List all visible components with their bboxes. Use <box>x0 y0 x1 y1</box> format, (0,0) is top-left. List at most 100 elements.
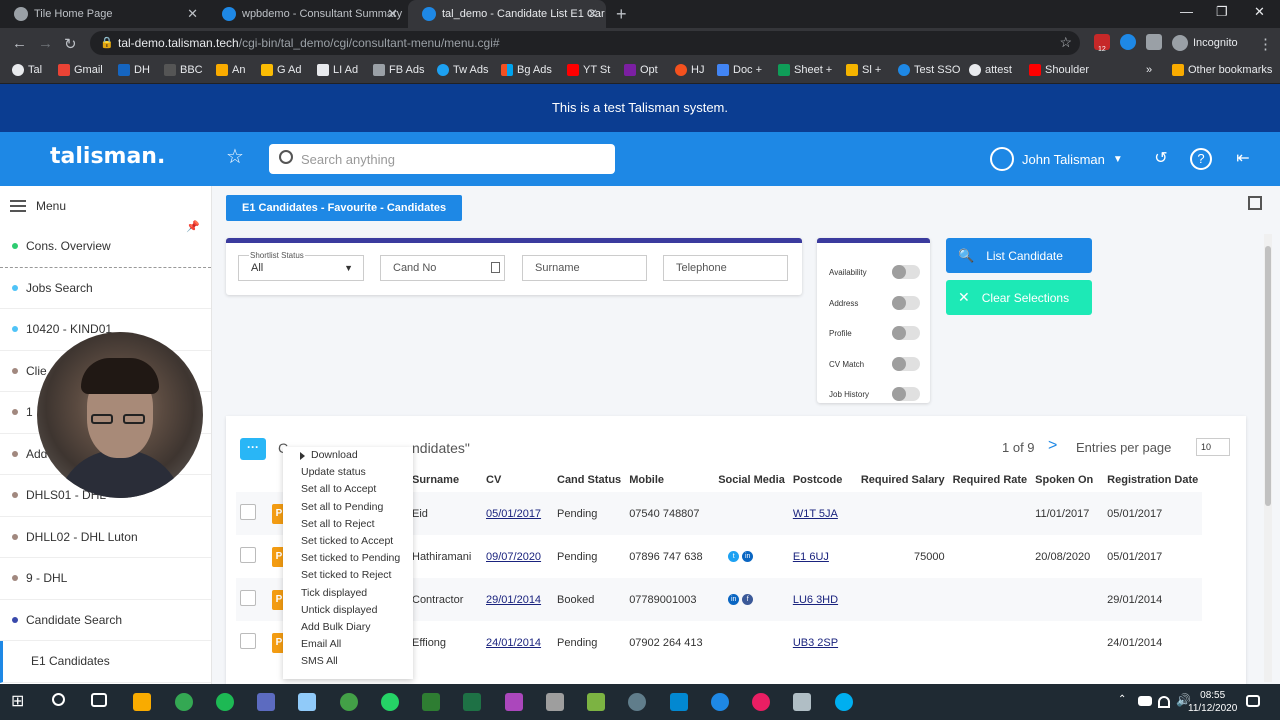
menu-item-set-all-accept[interactable]: Set all to Accept <box>283 481 413 498</box>
excel-icon[interactable] <box>463 693 481 711</box>
toggle-switch[interactable] <box>892 387 920 401</box>
hamburger-icon[interactable] <box>10 200 26 212</box>
cv-link[interactable]: 09/07/2020 <box>486 551 541 563</box>
back-icon[interactable]: ← <box>12 35 27 52</box>
menu-item-untick-displayed[interactable]: Untick displayed <box>283 602 413 619</box>
sidebar-item-dhl[interactable]: 9 - DHL <box>0 558 211 600</box>
column-header[interactable]: Mobile <box>625 468 714 492</box>
cv-match-toggle[interactable]: CV Match <box>829 357 924 371</box>
app-icon[interactable] <box>628 693 646 711</box>
clear-selections-button[interactable]: ✕ Clear Selections <box>946 280 1092 315</box>
bookmark-item[interactable]: Sl + <box>846 64 881 76</box>
bookmark-item[interactable]: Bg Ads <box>501 64 552 76</box>
postcode-link[interactable]: W1T 5JA <box>793 508 838 520</box>
twitter-icon[interactable]: t <box>728 550 740 562</box>
help-icon[interactable]: ? <box>1190 148 1212 170</box>
search-input[interactable] <box>301 149 601 169</box>
app-icon[interactable] <box>546 693 564 711</box>
chrome-icon[interactable] <box>175 693 193 711</box>
bookmark-item[interactable]: DH <box>118 64 150 76</box>
logout-icon[interactable]: ⇤ <box>1230 146 1256 172</box>
browser-tab-2[interactable]: wpbdemo - Consultant Summary ✕ <box>208 0 406 28</box>
wifi-icon[interactable] <box>1158 696 1170 708</box>
bookmark-item[interactable]: Doc + <box>717 64 762 76</box>
app-icon[interactable] <box>505 693 523 711</box>
bookmark-item[interactable]: Tw Ads <box>437 64 488 76</box>
cv-link[interactable]: 29/01/2014 <box>486 594 541 606</box>
menu-item-update-status[interactable]: Update status <box>283 464 413 481</box>
column-header[interactable]: Cand Status <box>553 468 625 492</box>
menu-item-set-ticked-reject[interactable]: Set ticked to Reject <box>283 567 413 584</box>
row-checkbox[interactable] <box>240 504 256 520</box>
notifications-icon[interactable] <box>1246 695 1260 707</box>
global-search[interactable] <box>269 144 615 174</box>
menu-item-add-bulk-diary[interactable]: Add Bulk Diary <box>283 619 413 636</box>
windows-start-icon[interactable]: ⊞ <box>11 693 29 711</box>
file-explorer-icon[interactable] <box>133 693 151 711</box>
sidebar-item-e1-candidates[interactable]: E1 Candidates <box>0 641 211 683</box>
bookmark-item[interactable]: G Ad <box>261 64 301 76</box>
bookmark-item[interactable]: YT St <box>567 64 610 76</box>
new-tab-icon[interactable]: + <box>616 4 627 25</box>
more-options-button[interactable]: ··· <box>240 438 266 460</box>
row-checkbox[interactable] <box>240 590 256 606</box>
column-header[interactable]: Required Salary <box>857 468 949 492</box>
toggle-switch[interactable] <box>892 326 920 340</box>
bookmark-item[interactable]: Tal <box>12 64 42 76</box>
talisman-extension-icon[interactable] <box>1120 34 1136 50</box>
user-menu[interactable]: John Talisman ▼ <box>990 147 1123 171</box>
sidebar-item-dhll02[interactable]: DHLL02 - DHL Luton <box>0 517 211 558</box>
bookmark-item[interactable]: Shoulder <box>1029 64 1089 76</box>
cv-link[interactable]: 05/01/2017 <box>486 508 541 520</box>
battery-icon[interactable] <box>1138 696 1152 706</box>
postcode-link[interactable]: LU6 3HD <box>793 594 838 606</box>
bookmark-item[interactable]: HJ <box>675 64 704 76</box>
postcode-link[interactable]: UB3 2SP <box>793 637 838 649</box>
list-candidate-button[interactable]: 🔍 List Candidate <box>946 238 1092 273</box>
cv-link[interactable]: 24/01/2014 <box>486 637 541 649</box>
app-icon[interactable] <box>793 693 811 711</box>
close-tab-icon[interactable]: ✕ <box>587 6 598 22</box>
extension-badge-icon[interactable]: 12 <box>1094 34 1110 53</box>
app-icon[interactable] <box>422 693 440 711</box>
page-breadcrumb[interactable]: E1 Candidates - Favourite - Candidates <box>226 195 463 221</box>
toggle-switch[interactable] <box>892 357 920 371</box>
skype-icon[interactable] <box>835 693 853 711</box>
bookmark-star-icon[interactable]: ☆ <box>1059 34 1072 51</box>
telephone-field[interactable]: Telephone <box>663 255 788 281</box>
toggle-switch[interactable] <box>892 296 920 310</box>
postcode-link[interactable]: E1 6UJ <box>793 551 829 563</box>
reload-icon[interactable]: ↻ <box>64 35 77 53</box>
app-icon[interactable] <box>587 693 605 711</box>
column-header[interactable]: Spoken On <box>1031 468 1103 492</box>
puzzle-icon[interactable] <box>1146 34 1162 50</box>
pin-icon[interactable]: 📌 <box>186 220 200 233</box>
close-tab-icon[interactable]: ✕ <box>387 6 398 22</box>
column-header[interactable]: Required Rate <box>949 468 1032 492</box>
bookmark-item[interactable]: An <box>216 64 245 76</box>
forward-icon[interactable]: → <box>38 35 53 52</box>
bookmark-item[interactable]: FB Ads <box>373 64 424 76</box>
browser-tab-1[interactable]: Tile Home Page ✕ <box>0 0 206 28</box>
toggle-switch[interactable] <box>892 265 920 279</box>
menu-item-download[interactable]: Download <box>283 447 413 464</box>
fullscreen-icon[interactable] <box>1248 196 1262 210</box>
minimize-icon[interactable]: — <box>1180 4 1193 19</box>
next-page-button[interactable]: > <box>1048 437 1057 455</box>
menu-item-email-all[interactable]: Email All <box>283 636 413 653</box>
job-history-toggle[interactable]: Job History <box>829 387 924 401</box>
sidebar-item-candidate-search[interactable]: Candidate Search <box>0 600 211 641</box>
window-close-icon[interactable]: ✕ <box>1254 4 1265 20</box>
column-header[interactable]: Postcode <box>789 468 857 492</box>
app-icon[interactable] <box>257 693 275 711</box>
menu-item-sms-all[interactable]: SMS All <box>283 653 413 670</box>
column-header[interactable]: Social Media <box>714 468 789 492</box>
surname-field[interactable]: Surname <box>522 255 647 281</box>
sidebar-menu-header[interactable]: Menu <box>0 186 211 226</box>
cand-no-field[interactable]: Cand No <box>380 255 505 281</box>
search-icon[interactable] <box>52 693 65 706</box>
linkedin-icon[interactable]: in <box>742 550 754 562</box>
other-bookmarks[interactable]: Other bookmarks <box>1172 64 1272 76</box>
bookmark-item[interactable]: Test SSO <box>898 64 960 76</box>
url-field[interactable]: 🔒 tal-demo.talisman.tech/cgi-bin/tal_dem… <box>90 31 1080 55</box>
